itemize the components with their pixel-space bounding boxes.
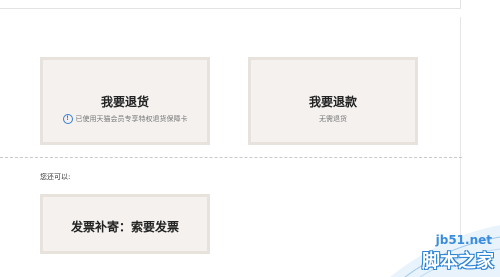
return-goods-title: 我要退货 — [100, 95, 149, 109]
invoice-request-button[interactable]: 发票补寄：索要发票 — [40, 194, 210, 254]
return-goods-button[interactable]: 我要退货 ! 已使用天猫会员专享特权退货保障卡 — [40, 57, 210, 145]
invoice-title: 发票补寄：索要发票 — [70, 220, 179, 234]
refund-note-row: 无需退货 — [251, 114, 415, 124]
return-goods-note: 已使用天猫会员专享特权退货保障卡 — [75, 115, 188, 123]
top-panel — [0, 0, 461, 9]
watermark-url: jb51.net — [435, 233, 492, 247]
also-label: 您还可以: — [40, 173, 71, 181]
site-watermark: jb51.net 脚本之家 — [350, 217, 500, 277]
section-divider — [0, 157, 462, 158]
return-goods-note-row: ! 已使用天猫会员专享特权退货保障卡 — [43, 114, 207, 124]
refund-title: 我要退款 — [308, 95, 357, 109]
refund-button[interactable]: 我要退款 无需退货 — [248, 57, 418, 145]
watermark-name: 脚本之家 — [422, 251, 494, 272]
info-icon: ! — [62, 114, 73, 124]
refund-note: 无需退货 — [319, 115, 347, 123]
